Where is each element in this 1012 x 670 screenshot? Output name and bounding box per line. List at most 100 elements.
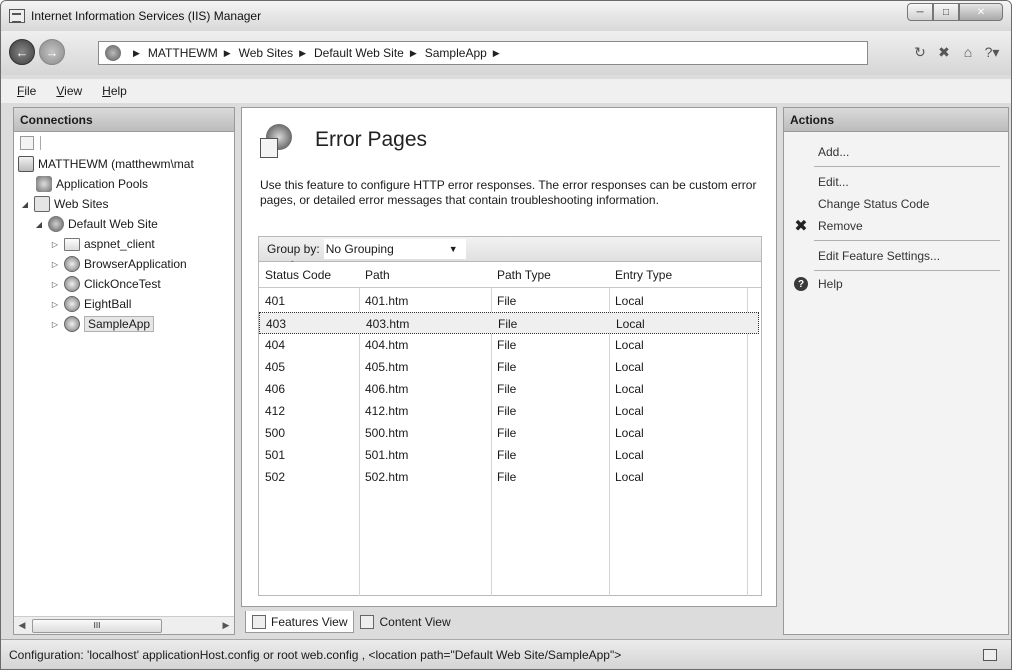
- connections-horizontal-scrollbar[interactable]: ◀ III ▶: [14, 616, 234, 634]
- tree-node-label: MATTHEWM (matthewm\mat: [38, 157, 194, 171]
- cell-path-type: File: [497, 294, 517, 308]
- breadcrumb-label: Default Web Site: [314, 46, 404, 60]
- feature-content-pane: Error Pages Use this feature to configur…: [241, 107, 777, 607]
- collapse-arrow-icon[interactable]: ◢: [34, 220, 44, 229]
- actions-header: Actions: [784, 108, 1008, 132]
- cell-path-type: File: [497, 360, 517, 374]
- tree-node-default-site[interactable]: ◢ Default Web Site: [34, 214, 158, 234]
- cell-path-type: File: [497, 404, 517, 418]
- tree-node-label: ClickOnceTest: [84, 277, 161, 291]
- chevron-right-icon: ▶: [223, 47, 231, 58]
- server-icon: [105, 45, 121, 61]
- connections-header: Connections: [14, 108, 234, 132]
- table-row[interactable]: 401 401.htm File Local: [259, 290, 759, 312]
- cell-path-type: File: [498, 317, 518, 331]
- tree-node-eightball[interactable]: ▷ EightBall: [50, 294, 131, 314]
- table-row[interactable]: 412 412.htm File Local: [259, 400, 759, 422]
- column-header-path[interactable]: Path: [359, 262, 491, 288]
- group-by-dropdown[interactable]: No Grouping ▼: [323, 239, 466, 259]
- globe-icon: [48, 216, 64, 232]
- home-icon[interactable]: ⌂: [959, 43, 977, 61]
- cell-path: 500.htm: [365, 426, 409, 440]
- error-pages-icon: [260, 124, 292, 158]
- tree-node-app-pools[interactable]: Application Pools: [36, 174, 148, 194]
- expand-arrow-icon[interactable]: ▷: [50, 240, 60, 249]
- stop-icon[interactable]: ✖: [935, 43, 953, 61]
- table-row[interactable]: 406 406.htm File Local: [259, 378, 759, 400]
- tree-node-label: Application Pools: [56, 177, 149, 191]
- action-label: Change Status Code: [818, 197, 930, 211]
- close-button[interactable]: ✕: [959, 3, 1003, 21]
- group-by-value: No Grouping: [325, 242, 394, 256]
- actions-pane: Actions Add... Edit... Change Status Cod…: [783, 107, 1009, 635]
- action-edit[interactable]: Edit...: [818, 172, 849, 192]
- tree-node-label: Default Web Site: [68, 217, 158, 231]
- iis-manager-window: Internet Information Services (IIS) Mana…: [0, 0, 1012, 670]
- cell-path-type: File: [497, 448, 517, 462]
- action-remove[interactable]: ✖ Remove: [794, 216, 862, 236]
- breadcrumb-item[interactable]: MATTHEWM ▶: [148, 46, 239, 60]
- table-row[interactable]: 500 500.htm File Local: [259, 422, 759, 444]
- remove-x-icon: ✖: [794, 218, 808, 235]
- column-header-status-code[interactable]: ˆ Status Code: [259, 260, 359, 288]
- connect-icon[interactable]: [20, 136, 34, 150]
- table-row[interactable]: 405 405.htm File Local: [259, 356, 759, 378]
- address-bar[interactable]: ▶ MATTHEWM ▶ Web Sites ▶ Default Web Site ▶…: [98, 41, 868, 65]
- action-divider: [814, 240, 1000, 241]
- maximize-icon: □: [942, 6, 950, 18]
- menu-view-label: iew: [64, 84, 83, 98]
- action-help[interactable]: ? Help: [794, 274, 843, 294]
- action-add[interactable]: Add...: [818, 142, 849, 162]
- expand-arrow-icon[interactable]: ▷: [50, 300, 60, 309]
- tree-node-label: aspnet_client: [84, 237, 155, 251]
- tree-node-clickoncetest[interactable]: ▷ ClickOnceTest: [50, 274, 161, 294]
- breadcrumb-item[interactable]: SampleApp ▶: [425, 46, 508, 60]
- tree-node-server[interactable]: MATTHEWM (matthewm\mat: [18, 154, 194, 174]
- back-button[interactable]: ←: [9, 39, 35, 65]
- cell-path: 412.htm: [365, 404, 409, 418]
- connections-pane: Connections MATTHEWM (matthewm\mat Appli…: [13, 107, 235, 635]
- expand-arrow-icon[interactable]: ▷: [50, 280, 60, 289]
- tree-node-browser-application[interactable]: ▷ BrowserApplication: [50, 254, 187, 274]
- expand-arrow-icon[interactable]: ▷: [50, 260, 60, 269]
- column-header-path-type[interactable]: Path Type: [491, 262, 609, 288]
- application-icon: [64, 296, 80, 312]
- tree-node-web-sites[interactable]: ◢ Web Sites: [20, 194, 108, 214]
- title-bar: Internet Information Services (IIS) Mana…: [1, 1, 1011, 31]
- cell-entry-type: Local: [615, 360, 644, 374]
- menu-help-accel: H: [102, 84, 111, 98]
- minimize-button[interactable]: ─: [907, 3, 933, 21]
- help-icon: ?: [794, 277, 808, 291]
- tab-features-view[interactable]: Features View: [245, 611, 355, 633]
- refresh-icon[interactable]: ↻: [911, 43, 929, 61]
- close-icon: ✕: [976, 6, 986, 18]
- column-header-entry-type[interactable]: Entry Type: [609, 262, 747, 288]
- breadcrumb-item[interactable]: Default Web Site ▶: [314, 46, 425, 60]
- collapse-arrow-icon[interactable]: ◢: [20, 200, 30, 209]
- scroll-left-icon[interactable]: ◀: [14, 620, 30, 631]
- feature-description: Use this feature to configure HTTP error…: [260, 178, 757, 207]
- tree-node-aspnet-client[interactable]: ▷ aspnet_client: [50, 234, 155, 254]
- menu-file[interactable]: File: [17, 84, 36, 98]
- expand-arrow-icon[interactable]: ▷: [50, 320, 60, 329]
- tab-content-view[interactable]: Content View: [354, 611, 456, 633]
- action-edit-feature-settings[interactable]: Edit Feature Settings...: [818, 246, 940, 266]
- action-change-status-code[interactable]: Change Status Code: [818, 194, 929, 214]
- tree-node-label: BrowserApplication: [84, 257, 187, 271]
- breadcrumb-label: SampleApp: [424, 46, 487, 60]
- table-row[interactable]: 502 502.htm File Local: [259, 466, 759, 488]
- table-row[interactable]: 404 404.htm File Local: [259, 334, 759, 356]
- table-row[interactable]: 501 501.htm File Local: [259, 444, 759, 466]
- maximize-button[interactable]: □: [933, 3, 959, 21]
- menu-view[interactable]: View: [56, 84, 82, 98]
- forward-button[interactable]: →: [39, 39, 65, 65]
- cell-status-code: 406: [265, 382, 286, 396]
- scrollbar-thumb[interactable]: III: [32, 618, 162, 633]
- scroll-right-icon[interactable]: ▶: [218, 620, 234, 631]
- help-dropdown-icon[interactable]: ?▾: [983, 43, 1001, 61]
- table-row[interactable]: 403 403.htm File Local: [259, 312, 759, 334]
- breadcrumb-item[interactable]: Web Sites ▶: [239, 46, 314, 60]
- menu-help[interactable]: Help: [102, 84, 127, 98]
- tree-node-sampleapp[interactable]: ▷ SampleApp: [50, 314, 155, 334]
- status-text: Configuration: 'localhost' applicationHo…: [9, 647, 622, 662]
